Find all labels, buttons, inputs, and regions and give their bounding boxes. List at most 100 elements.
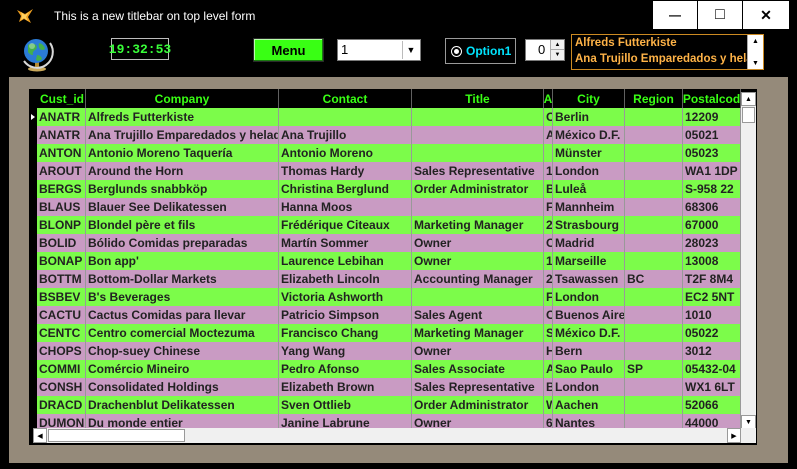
row-selector[interactable] bbox=[29, 342, 37, 360]
cell-address[interactable]: 1 bbox=[544, 252, 553, 270]
cell-title[interactable]: Sales Agent bbox=[412, 306, 544, 324]
cell-title[interactable]: Sales Representative bbox=[412, 162, 544, 180]
cell-cust_id[interactable]: ANATR bbox=[37, 108, 86, 126]
cell-address[interactable]: W bbox=[544, 396, 553, 414]
cell-contact[interactable]: Elizabeth Lincoln bbox=[279, 270, 412, 288]
number-spinner[interactable]: 0 ▲ ▼ bbox=[525, 39, 565, 61]
cell-region[interactable] bbox=[625, 198, 683, 216]
scroll-left-icon[interactable]: ◀ bbox=[33, 428, 47, 443]
cell-title[interactable]: Marketing Manager bbox=[412, 216, 544, 234]
table-row[interactable]: COMMI Comércio Mineiro Pedro Afonso Sales A… bbox=[29, 360, 741, 378]
row-selector[interactable] bbox=[29, 180, 37, 198]
cell-address[interactable]: 2 bbox=[544, 216, 553, 234]
cell-address[interactable]: H bbox=[544, 342, 553, 360]
listbox-item[interactable]: Ana Trujillo Emparedados y helados bbox=[575, 53, 763, 65]
cell-contact[interactable]: Francisco Chang bbox=[279, 324, 412, 342]
customers-grid[interactable]: Cust_id Company Contact Title A City Region Pos… bbox=[29, 89, 757, 445]
cell-city[interactable]: Strasbourg bbox=[553, 216, 625, 234]
cell-company[interactable]: Alfreds Futterkiste bbox=[86, 108, 279, 126]
grid-horizontal-scrollbar[interactable]: ◀ ▶ bbox=[33, 428, 741, 443]
cell-postalcode[interactable]: 05023 bbox=[683, 144, 741, 162]
cell-postalcode[interactable]: 05022 bbox=[683, 324, 741, 342]
cell-title[interactable]: Owner bbox=[412, 234, 544, 252]
cell-contact[interactable]: Elizabeth Brown bbox=[279, 378, 412, 396]
cell-address[interactable] bbox=[544, 144, 553, 162]
number-combobox[interactable]: 1 ▼ bbox=[337, 39, 421, 61]
row-selector[interactable] bbox=[29, 144, 37, 162]
cell-cust_id[interactable]: COMMI bbox=[37, 360, 86, 378]
cell-region[interactable] bbox=[625, 180, 683, 198]
cell-postalcode[interactable]: T2F 8M4 bbox=[683, 270, 741, 288]
minimize-button[interactable]: — bbox=[652, 0, 698, 30]
cell-cust_id[interactable]: CONSH bbox=[37, 378, 86, 396]
cell-region[interactable] bbox=[625, 306, 683, 324]
cell-address[interactable]: A bbox=[544, 360, 553, 378]
cell-company[interactable]: Chop-suey Chinese bbox=[86, 342, 279, 360]
cell-city[interactable]: Münster bbox=[553, 144, 625, 162]
row-selector[interactable] bbox=[29, 126, 37, 144]
cell-city[interactable]: London bbox=[553, 288, 625, 306]
listbox-scrollbar[interactable]: ▲ ▼ bbox=[747, 35, 763, 69]
cell-postalcode[interactable]: 05021 bbox=[683, 126, 741, 144]
row-selector[interactable] bbox=[29, 378, 37, 396]
cell-cust_id[interactable]: CACTU bbox=[37, 306, 86, 324]
table-row[interactable]: BOLID Bólido Comidas preparadas Martín Som… bbox=[29, 234, 741, 252]
cell-contact[interactable]: Ana Trujillo bbox=[279, 126, 412, 144]
cell-region[interactable]: BC bbox=[625, 270, 683, 288]
cell-city[interactable]: Berlin bbox=[553, 108, 625, 126]
scroll-up-icon[interactable]: ▲ bbox=[748, 35, 763, 47]
column-header-cust_id[interactable]: Cust_id bbox=[37, 89, 86, 108]
cell-city[interactable]: Luleå bbox=[553, 180, 625, 198]
cell-contact[interactable]: Frédérique Citeaux bbox=[279, 216, 412, 234]
cell-contact[interactable]: Martín Sommer bbox=[279, 234, 412, 252]
row-selector[interactable] bbox=[29, 198, 37, 216]
spinner-down-icon[interactable]: ▼ bbox=[550, 49, 564, 60]
cell-postalcode[interactable]: 67000 bbox=[683, 216, 741, 234]
table-row[interactable]: ANATR Ana Trujillo Emparedados y helad Ana… bbox=[29, 126, 741, 144]
scroll-thumb[interactable] bbox=[48, 429, 185, 442]
cell-company[interactable]: Bólido Comidas preparadas bbox=[86, 234, 279, 252]
cell-cust_id[interactable]: BOTTM bbox=[37, 270, 86, 288]
table-row[interactable]: BOTTM Bottom-Dollar Markets Elizabeth Linc… bbox=[29, 270, 741, 288]
cell-contact[interactable]: Victoria Ashworth bbox=[279, 288, 412, 306]
row-selector[interactable] bbox=[29, 252, 37, 270]
scroll-down-icon[interactable]: ▼ bbox=[741, 415, 756, 429]
cell-postalcode[interactable]: 68306 bbox=[683, 198, 741, 216]
cell-cust_id[interactable]: DRACD bbox=[37, 396, 86, 414]
cell-company[interactable]: Ana Trujillo Emparedados y helad bbox=[86, 126, 279, 144]
close-button[interactable]: ✕ bbox=[742, 0, 790, 30]
maximize-button[interactable]: □ bbox=[697, 0, 743, 30]
cell-postalcode[interactable]: 3012 bbox=[683, 342, 741, 360]
cell-city[interactable]: Bern bbox=[553, 342, 625, 360]
customer-listbox[interactable]: Alfreds Futterkiste Ana Trujillo Empared… bbox=[571, 34, 764, 70]
scroll-thumb[interactable] bbox=[742, 107, 755, 123]
cell-contact[interactable]: Thomas Hardy bbox=[279, 162, 412, 180]
cell-city[interactable]: London bbox=[553, 162, 625, 180]
column-header-contact[interactable]: Contact bbox=[279, 89, 412, 108]
cell-city[interactable]: Marseille bbox=[553, 252, 625, 270]
cell-address[interactable]: B bbox=[544, 378, 553, 396]
cell-region[interactable] bbox=[625, 342, 683, 360]
cell-contact[interactable]: Yang Wang bbox=[279, 342, 412, 360]
column-header-postalcode[interactable]: Postalcod bbox=[683, 89, 741, 108]
cell-company[interactable]: Cactus Comidas para llevar bbox=[86, 306, 279, 324]
cell-region[interactable] bbox=[625, 396, 683, 414]
cell-postalcode[interactable]: 1010 bbox=[683, 306, 741, 324]
column-header-title[interactable]: Title bbox=[412, 89, 544, 108]
cell-company[interactable]: Antonio Moreno Taquería bbox=[86, 144, 279, 162]
cell-cust_id[interactable]: BLONP bbox=[37, 216, 86, 234]
cell-region[interactable] bbox=[625, 324, 683, 342]
cell-cust_id[interactable]: BOLID bbox=[37, 234, 86, 252]
table-row[interactable]: CHOPSChop-suey ChineseYang WangOwnerHBer… bbox=[29, 342, 741, 360]
cell-region[interactable] bbox=[625, 162, 683, 180]
cell-contact[interactable]: Sven Ottlieb bbox=[279, 396, 412, 414]
grid-vertical-scrollbar[interactable]: ▲ ▼ bbox=[741, 92, 756, 429]
cell-cust_id[interactable]: ANTON bbox=[37, 144, 86, 162]
table-row[interactable]: ANTON Antonio Moreno Taquería Antonio More… bbox=[29, 144, 741, 162]
cell-city[interactable]: México D.F. bbox=[553, 324, 625, 342]
cell-city[interactable]: Aachen bbox=[553, 396, 625, 414]
scroll-right-icon[interactable]: ▶ bbox=[727, 428, 741, 443]
cell-region[interactable] bbox=[625, 378, 683, 396]
column-header-city[interactable]: City bbox=[553, 89, 625, 108]
cell-address[interactable]: S bbox=[544, 324, 553, 342]
